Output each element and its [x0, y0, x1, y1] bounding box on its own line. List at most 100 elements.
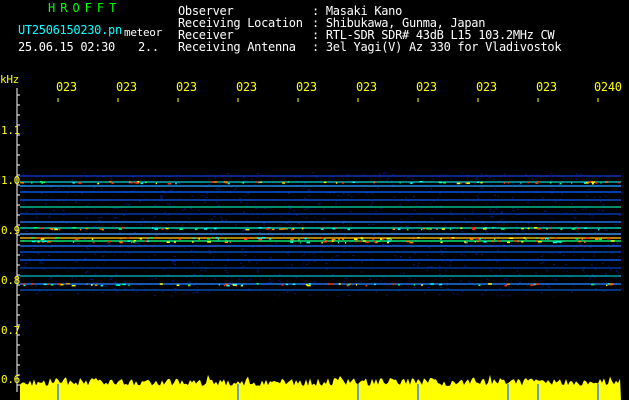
noise-speckle [217, 186, 220, 188]
signal-speckle [355, 240, 358, 242]
noise-speckle [444, 174, 447, 176]
noise-speckle [343, 281, 346, 282]
noise-speckle [26, 172, 29, 174]
noise-speckle [215, 188, 218, 189]
noise-speckle [107, 242, 110, 244]
noise-speckle [476, 195, 479, 197]
noise-speckle [313, 281, 316, 283]
signal-speckle [166, 241, 170, 243]
noise-speckle [150, 231, 153, 233]
noise-speckle [85, 177, 88, 179]
noise-speckle [471, 211, 474, 213]
noise-speckle [384, 172, 386, 174]
noise-speckle [470, 179, 473, 181]
noise-speckle [317, 179, 320, 181]
time-tick-label: 023 [356, 80, 377, 94]
time-tick-label: 023 [536, 80, 557, 94]
noise-speckle [562, 254, 565, 256]
noise-speckle [608, 193, 611, 195]
signal-speckle [591, 283, 595, 286]
noise-speckle [122, 204, 125, 206]
noise-speckle [449, 278, 452, 280]
noise-speckle [439, 287, 442, 288]
noise-speckle [192, 284, 195, 286]
noise-speckle [443, 256, 446, 258]
noise-speckle [201, 194, 204, 196]
noise-speckle [241, 279, 244, 280]
noise-speckle [609, 269, 612, 271]
noise-speckle [209, 252, 212, 254]
noise-speckle [88, 194, 91, 196]
signal-speckle [436, 228, 438, 230]
noise-speckle [89, 286, 91, 288]
noise-speckle [439, 249, 442, 251]
signal-speckle [517, 240, 519, 243]
signal-speckle [282, 182, 284, 184]
noise-speckle [492, 201, 495, 203]
noise-speckle [66, 286, 69, 288]
noise-speckle [22, 174, 25, 176]
signal-speckle [331, 240, 334, 242]
noise-speckle [238, 198, 241, 199]
noise-speckle [166, 223, 169, 225]
noise-speckle [346, 278, 349, 280]
signal-speckle [227, 182, 230, 185]
noise-speckle [379, 281, 382, 282]
signal-speckle [397, 228, 401, 231]
signal-speckle [306, 241, 311, 244]
noise-speckle [521, 231, 524, 233]
noise-speckle [218, 189, 221, 191]
noise-speckle [572, 255, 575, 257]
signal-speckle [213, 181, 218, 183]
noise-speckle [425, 188, 428, 190]
signal-speckle [175, 182, 177, 185]
freq-tick-label: 1.0 [1, 174, 20, 187]
signal-speckle [398, 284, 400, 286]
noise-speckle [88, 203, 91, 205]
noise-speckle [112, 195, 115, 197]
signal-speckle [292, 283, 296, 285]
noise-speckle [592, 215, 595, 217]
noise-speckle [209, 230, 212, 232]
signal-speckle [540, 237, 544, 240]
noise-speckle [25, 210, 28, 212]
signal-speckle [587, 181, 590, 184]
noise-speckle [129, 234, 132, 236]
noise-speckle [410, 216, 413, 217]
noise-speckle [505, 187, 507, 189]
noise-speckle [604, 195, 607, 197]
signal-speckle [488, 283, 492, 285]
signal-speckle [345, 242, 347, 244]
noise-speckle [338, 203, 341, 205]
signal-speckle [91, 284, 93, 286]
signal-speckle [550, 227, 552, 230]
noise-speckle [494, 188, 497, 190]
signal-speckle [22, 240, 24, 242]
noise-speckle [370, 204, 373, 206]
noise-speckle [440, 277, 443, 279]
noise-speckle [284, 203, 287, 205]
noise-speckle [515, 230, 518, 232]
noise-speckle [45, 228, 48, 230]
signal-speckle [598, 238, 602, 241]
noise-speckle [417, 231, 420, 232]
signal-speckle [126, 237, 130, 239]
noise-speckle [541, 255, 543, 257]
noise-speckle [83, 238, 86, 240]
noise-speckle [601, 263, 604, 265]
signal-speckle [152, 227, 154, 229]
noise-speckle [551, 218, 554, 220]
noise-speckle [502, 217, 505, 219]
signal-speckle [43, 283, 47, 286]
noise-speckle [310, 294, 313, 296]
noise-speckle [485, 230, 487, 232]
signal-speckle [74, 238, 79, 241]
signal-speckle [215, 237, 219, 239]
noise-speckle [348, 294, 351, 296]
noise-speckle [582, 268, 585, 270]
noise-speckle [174, 264, 177, 265]
noise-speckle [320, 256, 323, 258]
noise-speckle [324, 217, 327, 219]
noise-speckle [426, 257, 429, 259]
noise-speckle [540, 286, 543, 288]
